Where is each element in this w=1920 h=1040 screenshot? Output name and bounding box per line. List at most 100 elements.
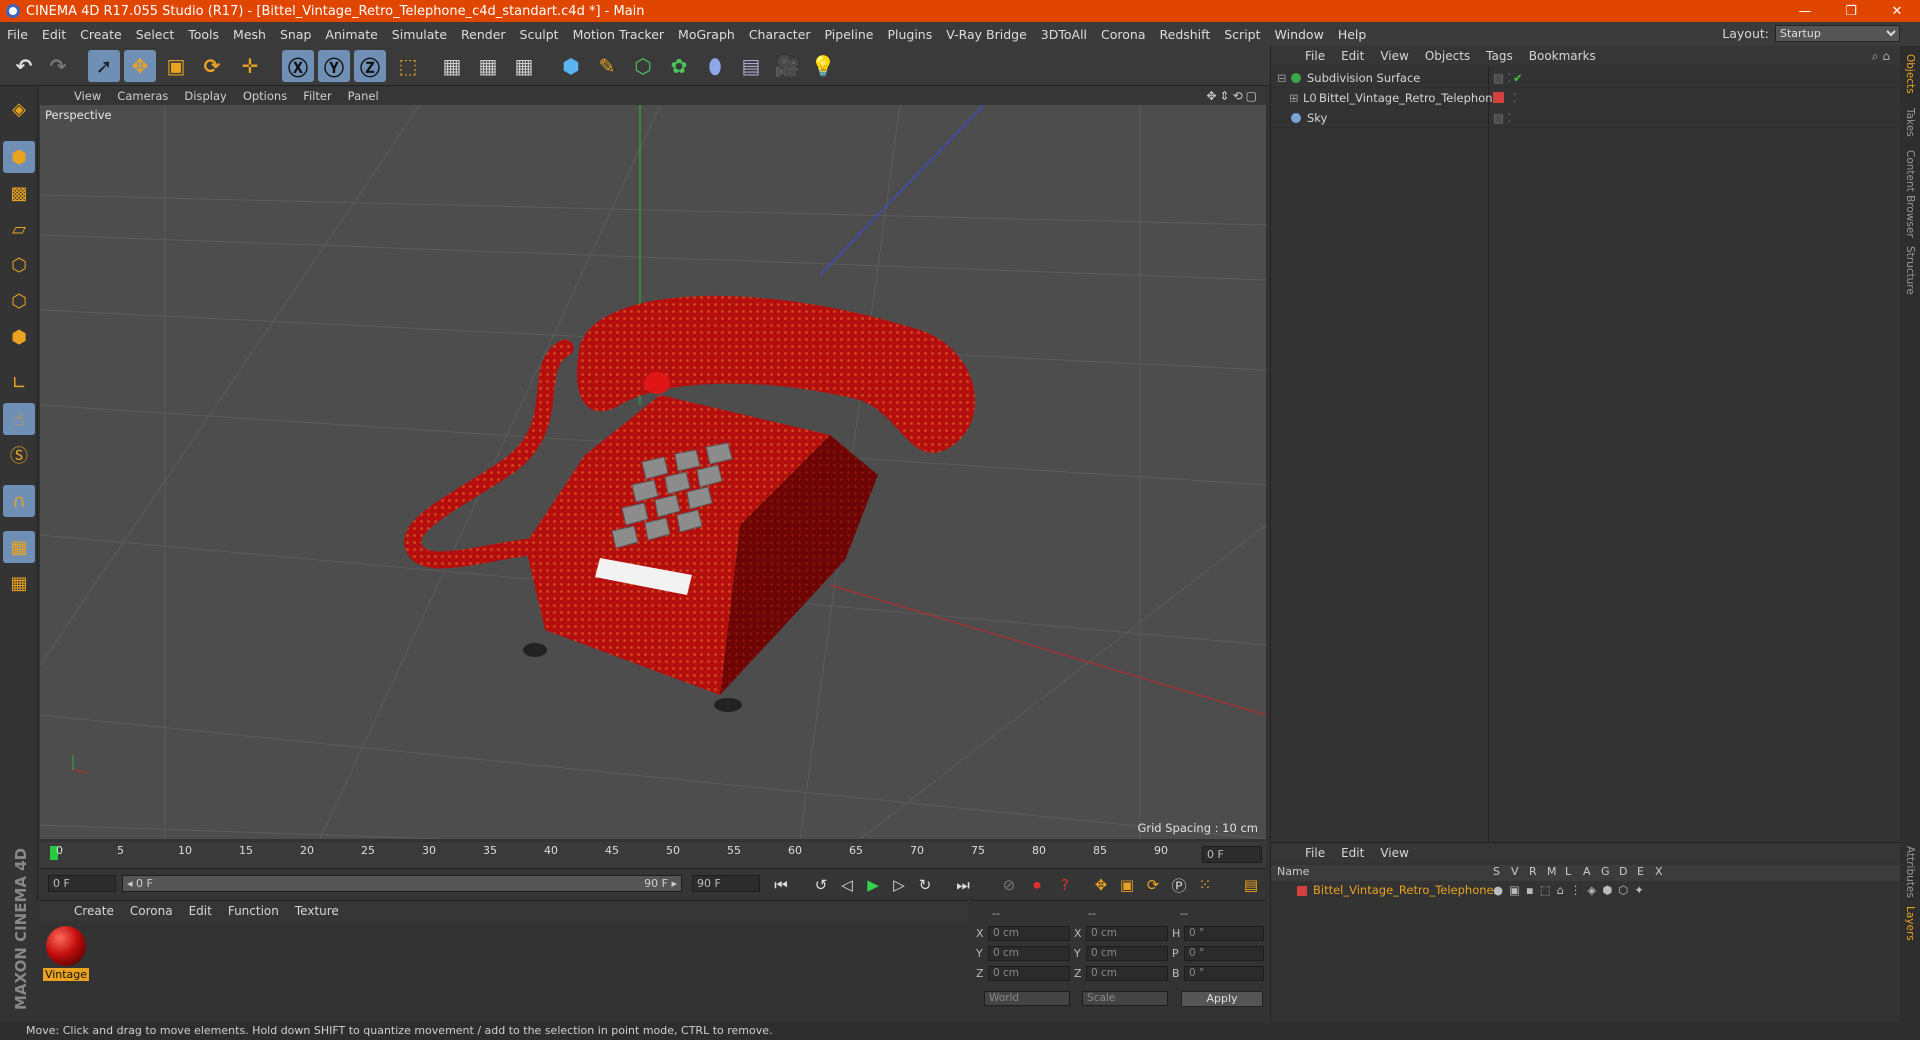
menu-animate[interactable]: Animate bbox=[318, 27, 384, 42]
snapping-icon[interactable]: Ⓢ bbox=[3, 439, 35, 471]
visibility-dots-icon[interactable]: ⁚ bbox=[1513, 91, 1517, 105]
texture-mode-icon[interactable]: ▩ bbox=[3, 177, 35, 209]
key-position-icon[interactable]: ✥ bbox=[1090, 874, 1112, 896]
keyframe-selection-icon[interactable]: ? bbox=[1054, 874, 1076, 896]
go-to-end-icon[interactable]: ⏭ bbox=[952, 874, 974, 896]
previous-frame-icon[interactable]: ◁ bbox=[836, 874, 858, 896]
end-frame-field[interactable]: 90 F bbox=[692, 875, 760, 892]
timeline-window-icon[interactable]: ▤ bbox=[1240, 874, 1262, 896]
rotation-b-field[interactable]: 0 ° bbox=[1184, 966, 1264, 981]
maximize-button[interactable]: ❐ bbox=[1828, 0, 1874, 22]
object-row-telephone[interactable]: ⊞ L0 Bittel_Vintage_Retro_Telephone ⁚ bbox=[1271, 88, 1901, 108]
object-name[interactable]: Bittel_Vintage_Retro_Telephone bbox=[1319, 91, 1500, 105]
key-parameter-icon[interactable]: Ⓟ bbox=[1168, 874, 1190, 896]
perspective-view[interactable]: Perspective Grid Spacing : 10 cm bbox=[40, 105, 1266, 839]
layer-row[interactable]: Bittel_Vintage_Retro_Telephone ●▣▪⬚⌂⋮◈⬢⬡… bbox=[1271, 883, 1901, 901]
current-frame-field[interactable]: 0 F bbox=[1202, 846, 1262, 863]
menu-mesh[interactable]: Mesh bbox=[226, 27, 273, 42]
menu-3dtoall[interactable]: 3DToAll bbox=[1034, 27, 1094, 42]
next-key-icon[interactable]: ↻ bbox=[914, 874, 936, 896]
object-row-subdivision-surface[interactable]: ⊟ Subdivision Surface ▨ ⁚ ✔ bbox=[1271, 68, 1901, 88]
camera-object-icon[interactable]: 🎥 bbox=[771, 50, 803, 82]
apply-button[interactable]: Apply bbox=[1181, 991, 1263, 1007]
viewport-menu-filter[interactable]: Filter bbox=[295, 89, 339, 103]
material-menu-function[interactable]: Function bbox=[220, 904, 287, 918]
render-picture-viewer-icon[interactable]: ▦ bbox=[472, 50, 504, 82]
menu-corona[interactable]: Corona bbox=[1094, 27, 1152, 42]
coordinate-system-icon[interactable]: ⬚ bbox=[392, 50, 424, 82]
menu-motion-tracker[interactable]: Motion Tracker bbox=[566, 27, 671, 42]
tab-layers[interactable]: Layers bbox=[1904, 906, 1916, 941]
viewport-navigation-icons[interactable]: ✥⇕⟲▢ bbox=[1206, 89, 1260, 103]
record-keyframes-icon[interactable]: ⊘ bbox=[998, 874, 1020, 896]
objects-menu-bookmarks[interactable]: Bookmarks bbox=[1521, 49, 1604, 63]
planar-workplane-icon[interactable]: ▦ bbox=[3, 567, 35, 599]
deformer-icon[interactable]: ⬮ bbox=[699, 50, 731, 82]
layers-menu-view[interactable]: View bbox=[1372, 846, 1416, 860]
objects-menu-edit[interactable]: Edit bbox=[1333, 49, 1372, 63]
position-x-field[interactable]: 0 cm bbox=[988, 926, 1070, 941]
material-menu-corona[interactable]: Corona bbox=[122, 904, 181, 918]
live-selection-icon[interactable]: ➚ bbox=[88, 50, 120, 82]
size-mode-dropdown[interactable]: Scale bbox=[1082, 991, 1168, 1006]
menu-help[interactable]: Help bbox=[1331, 27, 1374, 42]
expand-icon[interactable]: ⊞ bbox=[1289, 91, 1299, 105]
menu-sculpt[interactable]: Sculpt bbox=[513, 27, 566, 42]
scale-tool-icon[interactable]: ▣ bbox=[160, 50, 192, 82]
viewport-menu-cameras[interactable]: Cameras bbox=[109, 89, 176, 103]
edges-mode-icon[interactable]: ⬡ bbox=[3, 285, 35, 317]
workplane-mode-icon[interactable]: ▱ bbox=[3, 213, 35, 245]
tab-objects[interactable]: Objects bbox=[1904, 54, 1916, 94]
subdivision-surface-icon[interactable]: ⬡ bbox=[627, 50, 659, 82]
visibility-dots-icon[interactable]: ▨ ⁚ bbox=[1493, 71, 1511, 85]
menu-render[interactable]: Render bbox=[454, 27, 513, 42]
layer-color-swatch[interactable] bbox=[1297, 886, 1307, 896]
menu-create[interactable]: Create bbox=[73, 27, 129, 42]
z-axis-lock-icon[interactable]: Ⓩ bbox=[354, 50, 386, 82]
edit-render-settings-icon[interactable]: ▦ bbox=[508, 50, 540, 82]
material-menu-create[interactable]: Create bbox=[66, 904, 122, 918]
enabled-check-icon[interactable]: ✔ bbox=[1513, 71, 1523, 85]
tab-content-browser[interactable]: Content Browser bbox=[1904, 150, 1916, 238]
layer-color-tag[interactable] bbox=[1493, 92, 1504, 103]
layers-menu-file[interactable]: File bbox=[1297, 846, 1333, 860]
menu-edit[interactable]: Edit bbox=[35, 27, 73, 42]
visibility-dots-icon[interactable]: ▨ ⁚ bbox=[1493, 111, 1511, 125]
go-to-start-icon[interactable]: ⏮ bbox=[770, 874, 792, 896]
viewport-menu-view[interactable]: View bbox=[66, 89, 109, 103]
size-z-field[interactable]: 0 cm bbox=[1086, 966, 1168, 981]
object-name[interactable]: Sky bbox=[1307, 111, 1327, 125]
objects-menu-objects[interactable]: Objects bbox=[1417, 49, 1478, 63]
size-x-field[interactable]: 0 cm bbox=[1086, 926, 1168, 941]
rotation-h-field[interactable]: 0 ° bbox=[1184, 926, 1264, 941]
key-rotation-icon[interactable]: ⟳ bbox=[1142, 874, 1164, 896]
frame-range-slider[interactable]: ◂ 0 F 90 F ▸ bbox=[122, 875, 682, 892]
layers-menu-edit[interactable]: Edit bbox=[1333, 846, 1372, 860]
menu-window[interactable]: Window bbox=[1268, 27, 1331, 42]
menu-pipeline[interactable]: Pipeline bbox=[818, 27, 881, 42]
objects-menu-view[interactable]: View bbox=[1372, 49, 1416, 63]
redo-icon[interactable]: ↷ bbox=[42, 50, 74, 82]
size-y-field[interactable]: 0 cm bbox=[1086, 946, 1168, 961]
objects-menu-tags[interactable]: Tags bbox=[1478, 49, 1521, 63]
play-icon[interactable]: ▶ bbox=[862, 874, 884, 896]
tweak-mode-icon[interactable]: ☝ bbox=[3, 403, 35, 435]
viewport-menu-display[interactable]: Display bbox=[176, 89, 234, 103]
spline-pen-icon[interactable]: ✎ bbox=[591, 50, 623, 82]
minimize-button[interactable]: — bbox=[1782, 0, 1828, 22]
x-axis-lock-icon[interactable]: Ⓧ bbox=[282, 50, 314, 82]
material-menu-edit[interactable]: Edit bbox=[181, 904, 220, 918]
tab-attributes[interactable]: Attributes bbox=[1904, 846, 1916, 898]
viewport-menu-panel[interactable]: Panel bbox=[340, 89, 387, 103]
cube-object-icon[interactable]: ⬢ bbox=[555, 50, 587, 82]
y-axis-lock-icon[interactable]: Ⓨ bbox=[318, 50, 350, 82]
start-frame-field[interactable]: 0 F bbox=[48, 875, 116, 892]
layer-name[interactable]: Bittel_Vintage_Retro_Telephone bbox=[1313, 883, 1494, 897]
tab-takes[interactable]: Takes bbox=[1904, 108, 1916, 137]
floor-object-icon[interactable]: ▤ bbox=[735, 50, 767, 82]
menu-snap[interactable]: Snap bbox=[273, 27, 318, 42]
menu-select[interactable]: Select bbox=[129, 27, 182, 42]
rotate-tool-icon[interactable]: ⟳ bbox=[196, 50, 228, 82]
object-name[interactable]: Subdivision Surface bbox=[1307, 71, 1420, 85]
rotation-p-field[interactable]: 0 ° bbox=[1184, 946, 1264, 961]
